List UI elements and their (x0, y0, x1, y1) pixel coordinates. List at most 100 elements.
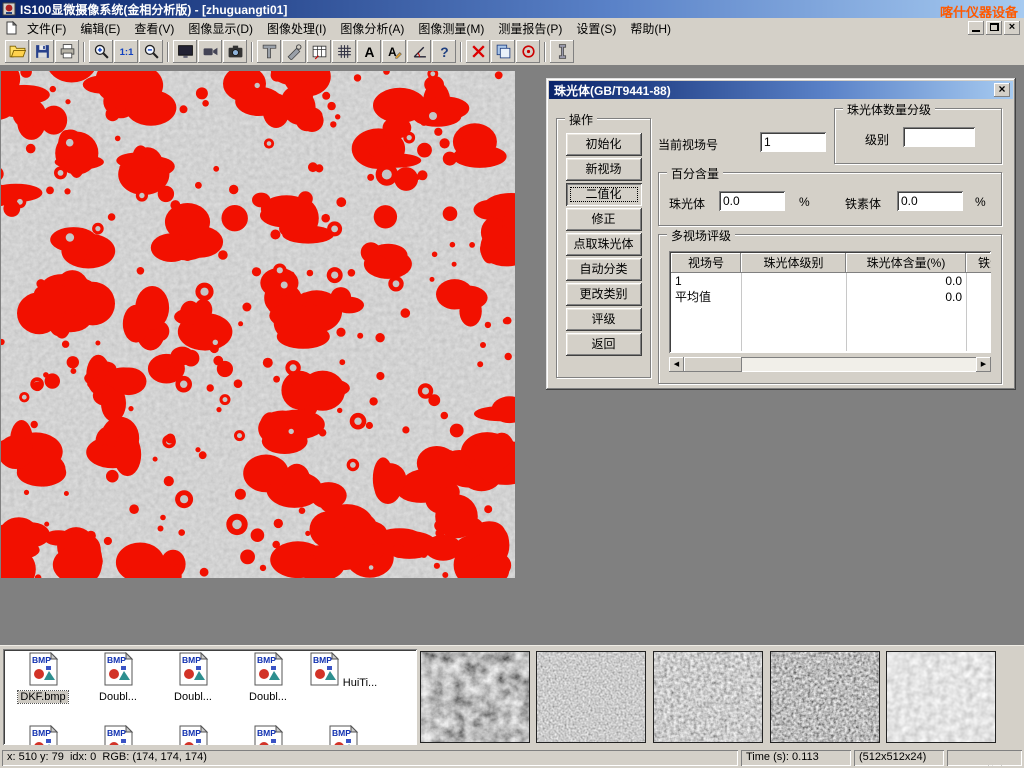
menu-item[interactable]: 图像处理(I) (260, 17, 333, 40)
menu-item[interactable]: 图像测量(M) (411, 17, 491, 40)
operation-button[interactable]: 二值化 (566, 183, 642, 206)
font-edit-button[interactable]: A (382, 40, 406, 63)
thumbnail-2[interactable] (536, 651, 646, 743)
operation-button[interactable]: 更改类别 (566, 283, 642, 306)
thumbnail-5[interactable] (886, 651, 996, 743)
dialog-close-button[interactable]: × (994, 83, 1010, 97)
metallographic-image[interactable] (1, 71, 515, 578)
delete-measure-icon (470, 43, 487, 60)
svg-text:BMP: BMP (107, 728, 126, 738)
current-field-input[interactable]: 1 (760, 132, 826, 152)
close-button[interactable]: × (1004, 21, 1020, 35)
window-title: IS100显微摄像系统(金相分析版) - [zhuguangti01] (20, 1, 287, 18)
operation-button[interactable]: 评级 (566, 308, 642, 331)
file-item[interactable]: BMP (156, 725, 230, 745)
save-button[interactable] (30, 40, 54, 63)
actual-size-button[interactable]: 1:1 (114, 40, 138, 63)
file-item[interactable]: BMP (6, 725, 80, 745)
svg-text:?: ? (440, 44, 448, 60)
menu-item[interactable]: 编辑(E) (73, 17, 127, 40)
operation-button[interactable]: 初始化 (566, 133, 642, 156)
file-item[interactable]: BMPHuiTi... (306, 652, 380, 689)
operation-button[interactable]: 修正 (566, 208, 642, 231)
help-button[interactable]: ? (432, 40, 456, 63)
toolbar: 1:1 AA? (0, 38, 1024, 66)
mode-status: 数字 (947, 750, 1022, 766)
resolution-status: (512x512x24) (854, 750, 944, 766)
table-row[interactable]: 平均值0.0 (671, 289, 989, 305)
bmp-file-icon: BMP (26, 725, 60, 745)
file-item[interactable]: BMP (231, 725, 305, 745)
menu-item[interactable]: 图像显示(D) (181, 17, 260, 40)
table-cell: 0.0 (846, 289, 966, 305)
file-list[interactable]: BMPDKF.bmpBMPDoubl...BMPDoubl...BMPDoubl… (3, 649, 417, 745)
percent-group: 百分含量 珠光体 0.0 % 铁素体 0.0 % (658, 172, 1002, 226)
table-column-header[interactable]: 珠光体级别 (741, 253, 846, 273)
percent-group-title: 百分含量 (667, 165, 723, 182)
table-column-header[interactable]: 视场号 (671, 253, 741, 273)
menu-item[interactable]: 设置(S) (569, 17, 623, 40)
measure-table-button[interactable] (307, 40, 331, 63)
caliper-button[interactable] (257, 40, 281, 63)
angle-measure-button[interactable] (407, 40, 431, 63)
table-h-scrollbar[interactable]: ◀ ▶ (669, 357, 991, 372)
menu-item[interactable]: 测量报告(P) (491, 17, 569, 40)
thumbnail-1[interactable] (420, 651, 530, 743)
operation-button[interactable]: 返回 (566, 333, 642, 356)
menu-item[interactable]: 文件(F) (20, 17, 73, 40)
dialog-title-bar[interactable]: 珠光体(GB/T9441-88) × (549, 81, 1013, 99)
clamp-button[interactable] (550, 40, 574, 63)
thumbnail-3[interactable] (653, 651, 763, 743)
thumbnail-4[interactable] (770, 651, 880, 743)
camera-capture-button[interactable] (223, 40, 247, 63)
menu-item[interactable]: 图像分析(A) (333, 17, 411, 40)
title-bar[interactable]: IS100显微摄像系统(金相分析版) - [zhuguangti01] 喀什仪器… (0, 0, 1024, 18)
operation-button[interactable]: 新视场 (566, 158, 642, 181)
file-item[interactable]: BMP (81, 725, 155, 745)
text-annotate-button[interactable]: A (357, 40, 381, 63)
display-mode-button[interactable] (173, 40, 197, 63)
table-body[interactable]: 10.0平均值0.0 (671, 273, 989, 351)
pearlite-percent-input[interactable]: 0.0 (719, 191, 785, 211)
table-header: 视场号珠光体级别珠光体含量(%)铁素体 (671, 253, 991, 273)
delete-measure-button[interactable] (466, 40, 490, 63)
file-item[interactable]: BMPDoubl... (81, 652, 155, 703)
percent-sign: % (799, 195, 810, 209)
micrometer-button[interactable] (282, 40, 306, 63)
point-marker-button[interactable] (516, 40, 540, 63)
menu-item[interactable]: 帮助(H) (623, 17, 678, 40)
grid-button[interactable] (332, 40, 356, 63)
table-cell (966, 289, 991, 305)
table-row[interactable]: 10.0 (671, 273, 989, 289)
video-capture-button[interactable] (198, 40, 222, 63)
scroll-channel[interactable] (742, 357, 976, 372)
ferrite-percent-input[interactable]: 0.0 (897, 191, 963, 211)
level-input[interactable] (903, 127, 975, 147)
print-button[interactable] (55, 40, 79, 63)
file-item[interactable]: BMP (306, 725, 380, 745)
scroll-left-arrow[interactable]: ◀ (669, 357, 684, 372)
open-button[interactable] (5, 40, 29, 63)
toolbar-separator (167, 42, 169, 62)
minimize-button[interactable] (968, 21, 984, 35)
file-item[interactable]: BMPDKF.bmp (6, 652, 80, 703)
bmp-file-icon: BMP (307, 652, 341, 686)
digital-mode-icon (970, 765, 982, 766)
file-item[interactable]: BMPDoubl... (156, 652, 230, 703)
file-item[interactable]: BMPDoubl... (231, 652, 305, 703)
toolbar-separator (460, 42, 462, 62)
restore-button[interactable] (986, 21, 1002, 35)
svg-text:A: A (364, 44, 374, 60)
scroll-right-arrow[interactable]: ▶ (976, 357, 991, 372)
grid-icon (336, 43, 353, 60)
zoom-out-button[interactable] (139, 40, 163, 63)
operation-button[interactable]: 自动分类 (566, 258, 642, 281)
help-icon: ? (436, 43, 453, 60)
scroll-thumb[interactable] (684, 357, 742, 372)
image-overlay-button[interactable] (491, 40, 515, 63)
operation-button[interactable]: 点取珠光体 (566, 233, 642, 256)
table-column-header[interactable]: 珠光体含量(%) (846, 253, 966, 273)
table-column-header[interactable]: 铁素体 (966, 253, 991, 273)
zoom-in-button[interactable] (89, 40, 113, 63)
menu-item[interactable]: 查看(V) (127, 17, 181, 40)
